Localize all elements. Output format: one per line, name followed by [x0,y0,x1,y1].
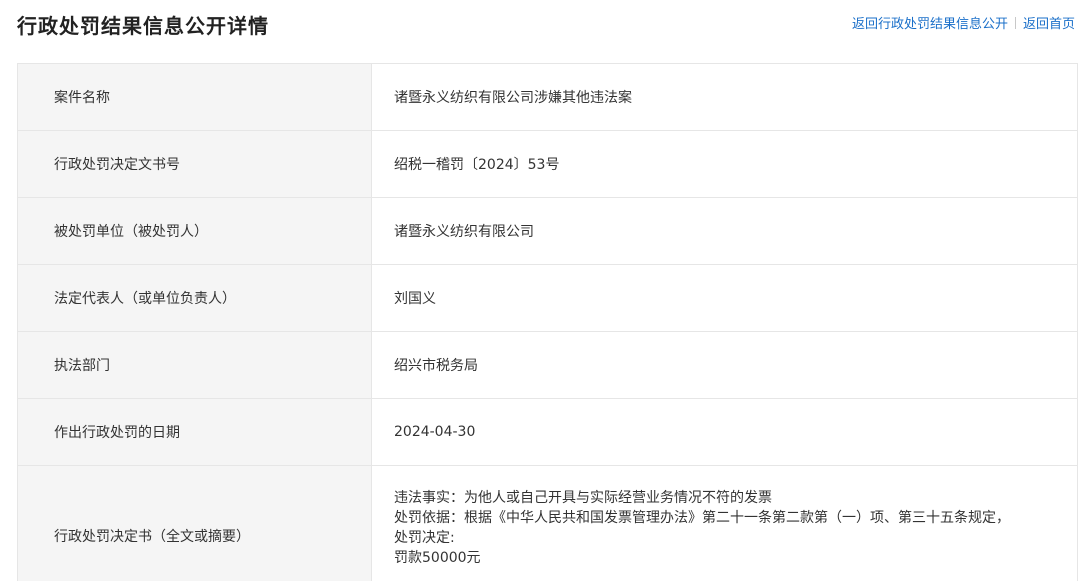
decision-text-block: 违法事实：为他人或自己开具与实际经营业务情况不符的发票 处罚依据：根据《中华人民… [394,488,1010,568]
row-value: 2024-04-30 [394,424,476,440]
table-row-decision-date: 作出行政处罚的日期 2024-04-30 [18,399,1077,466]
link-divider [1014,17,1016,29]
page: 行政处罚结果信息公开详情 返回行政处罚结果信息公开 返回首页 案件名称 诸暨永义纺… [0,0,1080,581]
page-title: 行政处罚结果信息公开详情 [17,14,269,38]
table-row-legal-representative: 法定代表人（或单位负责人） 刘国义 [18,265,1077,332]
table-row-penalized-party: 被处罚单位（被处罚人） 诸暨永义纺织有限公司 [18,198,1077,265]
table-row-case-name: 案件名称 诸暨永义纺织有限公司涉嫌其他违法案 [18,64,1077,131]
row-label: 作出行政处罚的日期 [18,399,372,465]
row-label: 被处罚单位（被处罚人） [18,198,372,264]
row-label: 行政处罚决定文书号 [18,131,372,197]
row-value: 刘国义 [394,291,436,307]
decision-text-line: 罚款50000元 [394,550,481,566]
decision-text-line: 违法事实：为他人或自己开具与实际经营业务情况不符的发票 [394,490,772,506]
table-row-enforcement-department: 执法部门 绍兴市税务局 [18,332,1077,399]
row-label: 法定代表人（或单位负责人） [18,265,372,331]
row-value: 绍税一稽罚〔2024〕53号 [394,157,560,173]
home-link[interactable]: 返回首页 [1023,17,1075,32]
detail-table: 案件名称 诸暨永义纺织有限公司涉嫌其他违法案 行政处罚决定文书号 绍税一稽罚〔2… [17,63,1078,581]
row-value: 违法事实：为他人或自己开具与实际经营业务情况不符的发票 处罚依据：根据《中华人民… [372,466,1077,581]
row-label: 案件名称 [18,64,372,130]
back-to-list-link[interactable]: 返回行政处罚结果信息公开 [852,17,1008,32]
row-value: 绍兴市税务局 [394,358,478,374]
header-links: 返回行政处罚结果信息公开 返回首页 [852,15,1075,35]
table-row-decision-number: 行政处罚决定文书号 绍税一稽罚〔2024〕53号 [18,131,1077,198]
row-value: 诸暨永义纺织有限公司 [394,224,534,240]
row-label: 行政处罚决定书（全文或摘要） [18,466,372,581]
row-label: 执法部门 [18,332,372,398]
row-value: 诸暨永义纺织有限公司涉嫌其他违法案 [394,90,632,106]
table-row-decision-text: 行政处罚决定书（全文或摘要） 违法事实：为他人或自己开具与实际经营业务情况不符的… [18,466,1077,581]
decision-text-line: 处罚决定: [394,530,455,546]
decision-text-line: 处罚依据：根据《中华人民共和国发票管理办法》第二十一条第二款第（一）项、第三十五… [394,510,1010,526]
page-header: 行政处罚结果信息公开详情 返回行政处罚结果信息公开 返回首页 [0,0,1080,56]
